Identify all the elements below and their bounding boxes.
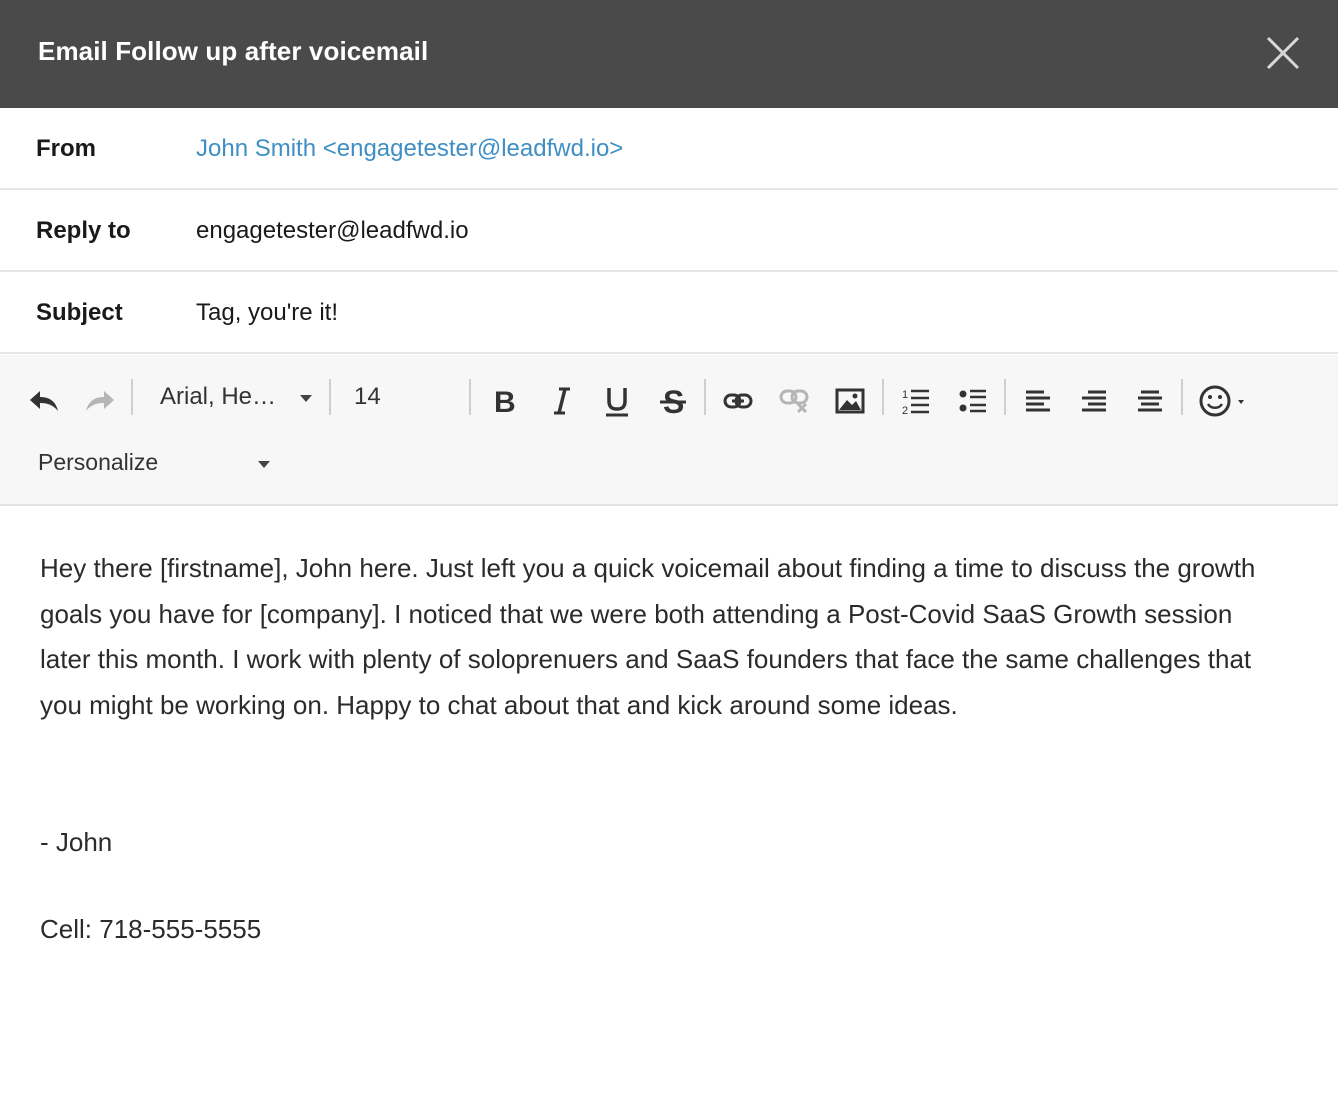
italic-button[interactable]: [538, 377, 586, 425]
unlink-icon: [779, 389, 809, 414]
dialog-title: Email Follow up after voicemail: [38, 36, 429, 66]
from-value[interactable]: John Smith <engagetester@leadfwd.io>: [196, 135, 1196, 163]
chevron-down-icon: [300, 395, 312, 402]
toolbar-divider: [131, 379, 133, 415]
undo-button[interactable]: [20, 377, 68, 425]
toolbar-divider: [704, 379, 706, 415]
align-right-button[interactable]: [1070, 377, 1118, 425]
reply-to-label: Reply to: [36, 217, 131, 244]
personalize-label: Personalize: [38, 449, 159, 475]
strikethrough-icon: S: [660, 385, 686, 417]
toolbar-divider: [882, 379, 884, 415]
dialog-header: Email Follow up after voicemail: [0, 0, 1338, 108]
svg-text:1: 1: [902, 389, 908, 401]
insert-image-button[interactable]: [826, 377, 874, 425]
subject-row: Subject Tag, you're it!: [0, 272, 1338, 354]
insert-link-button[interactable]: [714, 377, 762, 425]
from-row: From John Smith <engagetester@leadfwd.io…: [0, 108, 1338, 190]
align-left-button[interactable]: [1014, 377, 1062, 425]
italic-icon: [554, 387, 570, 415]
reply-to-row: Reply to engagetester@leadfwd.io: [0, 190, 1338, 272]
reply-to-field[interactable]: engagetester@leadfwd.io: [196, 217, 1196, 245]
editor-toolbar: Arial, He… 14 B S 1 2 Personalize: [0, 355, 1338, 506]
signature-line: - John: [40, 827, 113, 857]
font-family-select[interactable]: Arial, He…: [160, 381, 320, 417]
toolbar-divider: [1004, 379, 1006, 415]
subject-field[interactable]: Tag, you're it!: [196, 299, 1196, 327]
strikethrough-button[interactable]: S: [649, 377, 697, 425]
personalize-dropdown[interactable]: Personalize: [38, 447, 278, 483]
bullet-list-button[interactable]: [949, 377, 997, 425]
bold-button[interactable]: B: [481, 377, 529, 425]
redo-button[interactable]: [76, 377, 124, 425]
image-icon: [835, 388, 865, 414]
undo-icon: [30, 391, 58, 411]
align-right-icon: [1082, 390, 1106, 412]
font-family-value: Arial, He…: [160, 383, 277, 410]
redo-icon: [86, 391, 114, 411]
remove-link-button[interactable]: [770, 377, 818, 425]
underline-icon: [606, 388, 628, 417]
subject-label: Subject: [36, 299, 123, 326]
ordered-list-button[interactable]: 1 2: [892, 377, 940, 425]
svg-text:2: 2: [902, 405, 908, 415]
align-center-icon: [1138, 390, 1162, 412]
font-size-input[interactable]: 14: [354, 383, 381, 411]
chevron-down-icon: [258, 461, 270, 468]
svg-text:B: B: [494, 386, 516, 416]
bullet-list-icon: [959, 389, 986, 413]
close-button[interactable]: [1264, 34, 1302, 72]
emoji-icon: [1199, 385, 1244, 417]
email-body-editor[interactable]: Hey there [firstname], John here. Just l…: [0, 506, 1338, 1112]
toolbar-divider: [329, 379, 331, 415]
align-center-button[interactable]: [1126, 377, 1174, 425]
emoji-button[interactable]: [1194, 377, 1254, 425]
link-icon: [723, 393, 753, 409]
bold-icon: B: [494, 386, 516, 416]
toolbar-divider: [1181, 379, 1183, 415]
from-label: From: [36, 135, 96, 162]
cell-line: Cell: 718-555-5555: [40, 914, 262, 944]
close-icon: [1266, 36, 1300, 70]
body-paragraph: Hey there [firstname], John here. Just l…: [40, 553, 1256, 720]
ordered-list-icon: 1 2: [902, 389, 929, 415]
underline-button[interactable]: [593, 377, 641, 425]
toolbar-divider: [469, 379, 471, 415]
align-left-icon: [1026, 390, 1050, 412]
